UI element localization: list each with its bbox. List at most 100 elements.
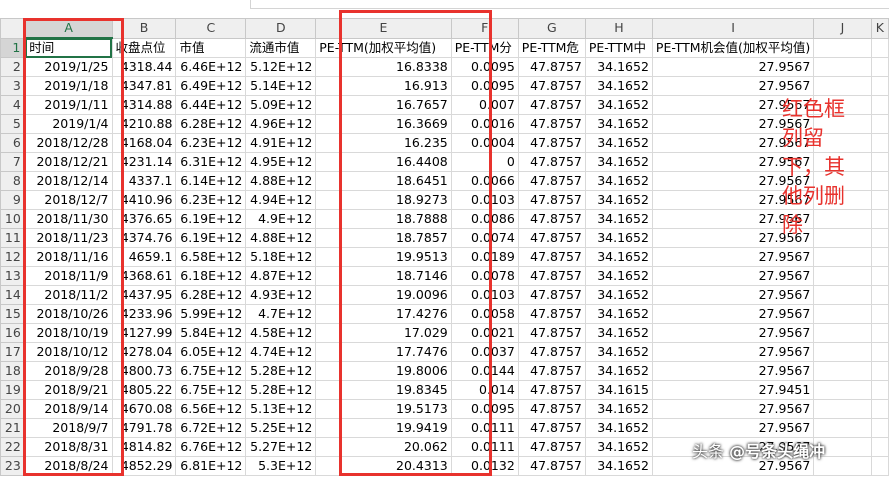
- cell[interactable]: 34.1652: [584, 95, 653, 115]
- cell[interactable]: 2018/8/31: [24, 437, 113, 457]
- cell[interactable]: 16.4408: [315, 152, 452, 172]
- cell[interactable]: 4.58E+12: [245, 323, 317, 343]
- cell[interactable]: 4337.1: [111, 171, 177, 191]
- cell[interactable]: 2019/1/18: [24, 76, 113, 96]
- cell[interactable]: 4.93E+12: [245, 285, 317, 305]
- cell[interactable]: 18.6451: [315, 171, 452, 191]
- formula-bar[interactable]: [250, 0, 889, 9]
- cell[interactable]: 4791.78: [111, 418, 177, 438]
- cell[interactable]: 4278.04: [111, 342, 177, 362]
- cell[interactable]: 4233.96: [111, 304, 177, 324]
- cell[interactable]: 2018/10/12: [24, 342, 113, 362]
- cell[interactable]: [813, 418, 872, 438]
- cell[interactable]: 27.9567: [651, 285, 815, 305]
- cell[interactable]: [813, 37, 872, 58]
- cell[interactable]: 27.9567: [651, 418, 815, 438]
- cell[interactable]: 16.3669: [315, 114, 452, 134]
- cell[interactable]: 47.8757: [517, 114, 586, 134]
- cell[interactable]: 5.09E+12: [245, 95, 317, 115]
- row-header[interactable]: 6: [0, 133, 26, 153]
- cell[interactable]: 34.1652: [584, 456, 653, 476]
- cell[interactable]: 47.8757: [517, 342, 586, 362]
- cell[interactable]: 2018/11/16: [24, 247, 113, 267]
- cell[interactable]: 6.72E+12: [175, 418, 247, 438]
- cell[interactable]: 27.9567: [651, 57, 815, 77]
- row-header[interactable]: 22: [0, 437, 26, 457]
- row-header[interactable]: 9: [0, 190, 26, 210]
- cell[interactable]: 47.8757: [517, 437, 586, 457]
- cell[interactable]: 0.0111: [450, 418, 519, 438]
- cell[interactable]: 6.19E+12: [175, 209, 247, 229]
- cell[interactable]: 27.9451: [651, 380, 815, 400]
- cell[interactable]: 4.74E+12: [245, 342, 317, 362]
- cell[interactable]: 34.1652: [584, 342, 653, 362]
- cell[interactable]: [870, 209, 889, 229]
- column-header-i[interactable]: I: [651, 18, 815, 39]
- cell[interactable]: 2018/11/9: [24, 266, 113, 286]
- row-header[interactable]: 12: [0, 247, 26, 267]
- cell[interactable]: 5.18E+12: [245, 247, 317, 267]
- cell[interactable]: 4.95E+12: [245, 152, 317, 172]
- cell[interactable]: 4318.44: [111, 57, 177, 77]
- cell[interactable]: 34.1652: [584, 209, 653, 229]
- row-header[interactable]: 11: [0, 228, 26, 248]
- cell[interactable]: 6.28E+12: [175, 114, 247, 134]
- row-header[interactable]: 13: [0, 266, 26, 286]
- cell[interactable]: 47.8757: [517, 247, 586, 267]
- cell[interactable]: 0.0132: [450, 456, 519, 476]
- cell[interactable]: 18.7857: [315, 228, 452, 248]
- cell[interactable]: [870, 399, 889, 419]
- cell[interactable]: 19.9419: [315, 418, 452, 438]
- cell[interactable]: 4368.61: [111, 266, 177, 286]
- cell[interactable]: 18.9273: [315, 190, 452, 210]
- cell[interactable]: 4.91E+12: [245, 133, 317, 153]
- row-header[interactable]: 8: [0, 171, 26, 191]
- cell[interactable]: 4231.14: [111, 152, 177, 172]
- cell[interactable]: 4168.04: [111, 133, 177, 153]
- cell[interactable]: 4814.82: [111, 437, 177, 457]
- cell[interactable]: 6.18E+12: [175, 266, 247, 286]
- cell[interactable]: [813, 304, 872, 324]
- row-header[interactable]: 21: [0, 418, 26, 438]
- row-header[interactable]: 1: [0, 37, 27, 58]
- cell[interactable]: 6.49E+12: [175, 76, 247, 96]
- cell[interactable]: 47.8757: [517, 285, 586, 305]
- cell[interactable]: 0.0103: [450, 190, 519, 210]
- cell[interactable]: PE-TTM中: [584, 37, 653, 58]
- cell[interactable]: PE-TTM危: [517, 37, 586, 58]
- cell[interactable]: [870, 152, 889, 172]
- cell[interactable]: 2018/11/2: [24, 285, 113, 305]
- cell[interactable]: [870, 266, 889, 286]
- cell[interactable]: 0.0021: [450, 323, 519, 343]
- cell[interactable]: [813, 76, 872, 96]
- cell[interactable]: 47.8757: [517, 190, 586, 210]
- cell[interactable]: 2019/1/25: [24, 57, 113, 77]
- cell[interactable]: 2018/10/19: [24, 323, 113, 343]
- cell[interactable]: 47.8757: [517, 380, 586, 400]
- cell[interactable]: 4127.99: [111, 323, 177, 343]
- cell[interactable]: 4.96E+12: [245, 114, 317, 134]
- cell[interactable]: [870, 247, 889, 267]
- cell[interactable]: [813, 247, 872, 267]
- cell[interactable]: [870, 114, 889, 134]
- cell[interactable]: 34.1652: [584, 171, 653, 191]
- cell[interactable]: 27.9567: [651, 361, 815, 381]
- cell[interactable]: 34.1652: [584, 152, 653, 172]
- cell[interactable]: 19.9513: [315, 247, 452, 267]
- cell[interactable]: 34.1652: [584, 266, 653, 286]
- cell[interactable]: 19.5173: [315, 399, 452, 419]
- row-header[interactable]: 5: [0, 114, 26, 134]
- cell[interactable]: 0.0037: [450, 342, 519, 362]
- cell[interactable]: 2018/10/26: [24, 304, 113, 324]
- cell[interactable]: 19.0096: [315, 285, 452, 305]
- column-header-k[interactable]: K: [870, 18, 889, 39]
- cell[interactable]: 6.05E+12: [175, 342, 247, 362]
- cell[interactable]: 47.8757: [517, 228, 586, 248]
- cell[interactable]: 34.1652: [584, 399, 653, 419]
- cell[interactable]: 47.8757: [517, 323, 586, 343]
- cell[interactable]: 6.81E+12: [175, 456, 247, 476]
- cell[interactable]: 5.99E+12: [175, 304, 247, 324]
- cell[interactable]: 19.8006: [315, 361, 452, 381]
- cell[interactable]: 27.9567: [651, 323, 815, 343]
- cell[interactable]: 4437.95: [111, 285, 177, 305]
